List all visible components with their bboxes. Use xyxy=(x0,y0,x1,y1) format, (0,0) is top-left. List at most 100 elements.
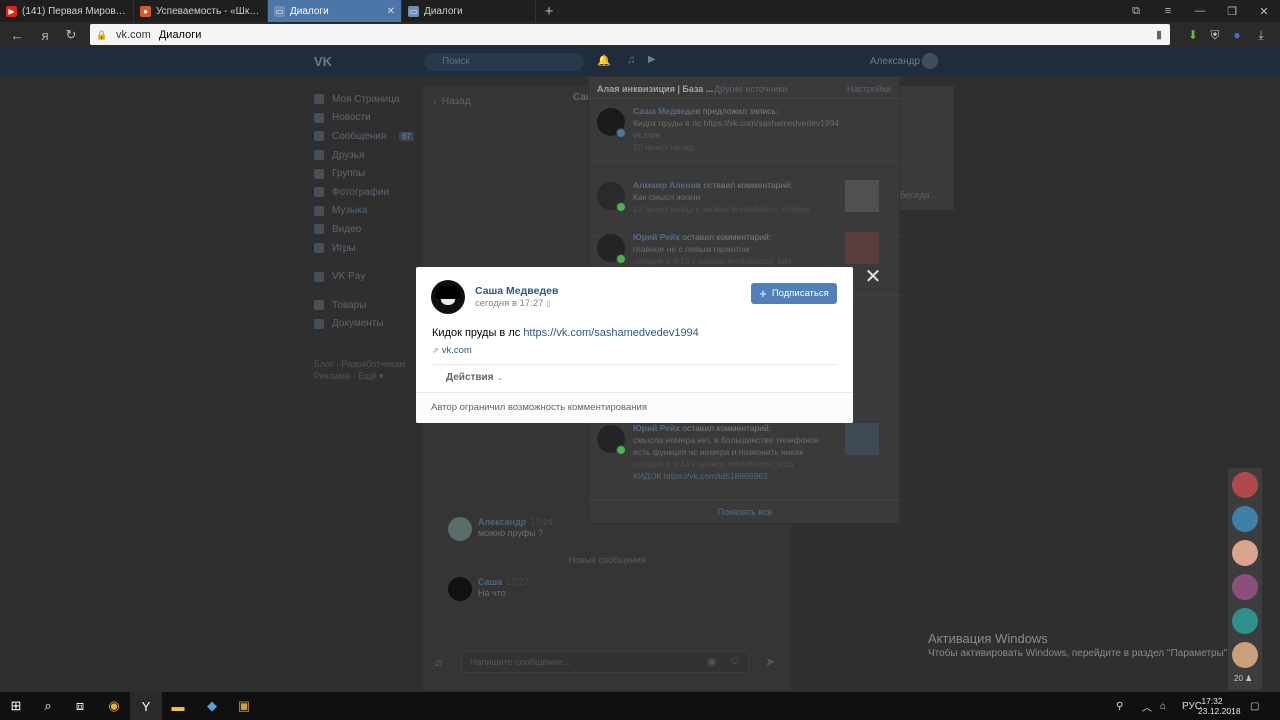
browser-tab-4[interactable]: ▭ Диалоги xyxy=(402,0,536,22)
post-author-name[interactable]: Саша Медведев xyxy=(475,285,558,297)
post-time[interactable]: сегодня в 17:27 ▯ xyxy=(475,298,551,309)
footer-line[interactable]: Реклама · Ещё ▾ xyxy=(314,370,414,382)
network-icon[interactable]: ⌂ xyxy=(1160,692,1166,720)
browser-tab-1[interactable]: ▶ (141) Первая Мировая. Бо xyxy=(0,0,134,22)
notif-thumbnail[interactable] xyxy=(845,423,879,455)
menu-item-games[interactable]: Игры xyxy=(314,239,414,258)
dock-avatar[interactable] xyxy=(1232,540,1258,566)
avatar[interactable] xyxy=(448,577,472,601)
url-field[interactable]: 🔒 vk.com Диалоги ▮ xyxy=(90,24,1170,45)
dock-avatar[interactable] xyxy=(1232,608,1258,634)
dialog-back-link[interactable]: ‹ Назад xyxy=(433,96,471,107)
downloads-icon[interactable]: ⤓ xyxy=(1252,25,1270,45)
vk-search-input[interactable]: Поиск xyxy=(424,53,584,71)
menu-item-messages[interactable]: Сообщения 67 xyxy=(314,127,414,146)
avatar[interactable] xyxy=(448,517,472,541)
tray-chevron-icon[interactable]: ︿ xyxy=(1142,692,1152,720)
dock-avatar[interactable] xyxy=(1232,472,1258,498)
notification-item[interactable]: Юрий Рейх оставил комментарий: смысла но… xyxy=(589,417,901,489)
maximize-icon[interactable]: ❐ xyxy=(1216,0,1248,22)
post-text-link[interactable]: https://vk.com/sashamedvedev1994 xyxy=(523,327,698,339)
bookmark-icon[interactable]: ▮ xyxy=(1156,28,1162,41)
reload-icon[interactable]: ↻ xyxy=(58,22,84,48)
send-icon[interactable]: ➤ xyxy=(765,654,776,670)
message-input[interactable]: Напишите сообщение... xyxy=(461,651,749,673)
footer-line[interactable]: Блог · Разработчикам xyxy=(314,358,414,370)
emoji-icon[interactable]: ☺ xyxy=(729,655,740,667)
browser-tab-2[interactable]: ● Успеваемость - «Школьн xyxy=(134,0,268,22)
menu-item-goods[interactable]: Товары xyxy=(314,296,414,315)
notif-thumbnail[interactable] xyxy=(845,180,879,212)
menu-item-video[interactable]: Видео xyxy=(314,220,414,239)
windows-start-icon[interactable]: ⊞ xyxy=(0,692,32,720)
file-explorer-icon[interactable]: ▬ xyxy=(162,692,194,720)
menu-label: Новости xyxy=(332,112,371,124)
yandex-icon[interactable]: я xyxy=(32,22,58,48)
vk-logo[interactable]: VK xyxy=(314,54,332,69)
menu-item-music[interactable]: Музыка xyxy=(314,202,414,221)
menu-item-vkpay[interactable]: VK Pay xyxy=(314,267,414,286)
notif-tab-active[interactable]: Алая инквизиция | База ... xyxy=(597,84,713,94)
notif-settings-link[interactable]: Настройки xyxy=(847,84,891,94)
menu-item-news[interactable]: Новости xyxy=(314,109,414,128)
attach-icon[interactable]: ⌀ xyxy=(435,655,442,669)
author-avatar[interactable] xyxy=(431,280,465,314)
browser-tab-3-active[interactable]: ▭ Диалоги ✕ xyxy=(268,0,402,22)
shield-icon[interactable]: ⛨ xyxy=(1206,25,1224,45)
task-view-icon[interactable]: ⧈ xyxy=(64,692,96,720)
app-icon[interactable]: ◆ xyxy=(196,692,228,720)
dock-avatar[interactable] xyxy=(1232,574,1258,600)
header-user-name[interactable]: Александр xyxy=(870,56,920,67)
menu-item-documents[interactable]: Документы xyxy=(314,315,414,334)
minimize-icon[interactable]: — xyxy=(1184,0,1216,22)
tab-title: (141) Первая Мировая. Бо xyxy=(22,5,127,17)
search-icon[interactable]: ⌕ xyxy=(32,692,64,720)
comment-badge-icon xyxy=(616,202,626,212)
tabs-list-icon[interactable]: ⧉ xyxy=(1120,0,1152,22)
browser-tab-strip: ▶ (141) Первая Мировая. Бо ● Успеваемост… xyxy=(0,0,1280,22)
bell-icon[interactable]: 🔔 xyxy=(597,54,611,67)
notif-text[interactable]: КИДОК https://vk.com/id518665963 xyxy=(633,471,768,481)
tab-close-icon[interactable]: ✕ xyxy=(387,6,395,17)
play-icon[interactable]: ▶ xyxy=(648,54,656,65)
menu-item-groups[interactable]: Группы xyxy=(314,164,414,183)
dock-avatar[interactable] xyxy=(1232,642,1258,668)
close-icon[interactable]: ✕ xyxy=(862,266,884,288)
menu-item-photos[interactable]: Фотографии xyxy=(314,183,414,202)
message-author[interactable]: Александр 17:24 xyxy=(478,517,553,527)
chrome-icon[interactable]: ◉ xyxy=(98,692,130,720)
right-card-link[interactable]: беседа ... xyxy=(900,190,940,200)
close-window-icon[interactable]: ✕ xyxy=(1248,0,1280,22)
camera-icon[interactable]: ◉ xyxy=(707,655,717,668)
download-icon[interactable]: ⬇ xyxy=(1184,25,1202,45)
people-icon[interactable]: ⚲ xyxy=(1116,692,1123,720)
dock-avatar[interactable] xyxy=(1232,506,1258,532)
message-author[interactable]: Саша 17:27 xyxy=(478,577,529,587)
back-arrow-icon[interactable]: ← xyxy=(4,22,30,48)
friends-icon xyxy=(314,150,324,161)
menu-icon[interactable]: ≡ xyxy=(1152,0,1184,22)
notif-thumbnail[interactable] xyxy=(845,232,879,264)
yandex-browser-icon[interactable]: Y xyxy=(130,692,162,720)
clock[interactable]: 17:32 23.12.2018 xyxy=(1198,696,1241,716)
notif-action: предложил запись: xyxy=(702,106,779,116)
new-tab-button[interactable]: + xyxy=(536,0,562,22)
header-user-avatar[interactable] xyxy=(922,53,938,69)
notif-tab-other[interactable]: Другие источники xyxy=(714,84,787,94)
app-icon[interactable]: ▣ xyxy=(228,692,260,720)
notif-text: есть функция чс номера и позвонить никак xyxy=(633,447,803,457)
notif-time: 10 минут назад xyxy=(633,142,694,152)
notif-link[interactable]: vk.com xyxy=(633,130,660,140)
notification-item[interactable]: Саша Медведев предложил запись: Кидок пр… xyxy=(589,100,901,162)
vpn-globe-icon[interactable]: ● xyxy=(1228,25,1246,45)
dock-count[interactable]: 20 ♟ xyxy=(1234,674,1252,683)
show-all-link[interactable]: Показать все xyxy=(589,499,901,523)
post-attached-link[interactable]: ⇗ vk.com xyxy=(432,345,472,356)
notifications-icon[interactable]: ▢ xyxy=(1250,692,1259,720)
menu-item-friends[interactable]: Друзья xyxy=(314,146,414,165)
subscribe-button[interactable]: + Подписаться xyxy=(751,283,837,304)
actions-dropdown[interactable]: Действия ⌄ xyxy=(446,372,503,383)
vkpay-icon xyxy=(314,271,324,282)
menu-item-my-page[interactable]: Моя Страница xyxy=(314,90,414,109)
music-icon[interactable]: ♫ xyxy=(627,54,635,66)
